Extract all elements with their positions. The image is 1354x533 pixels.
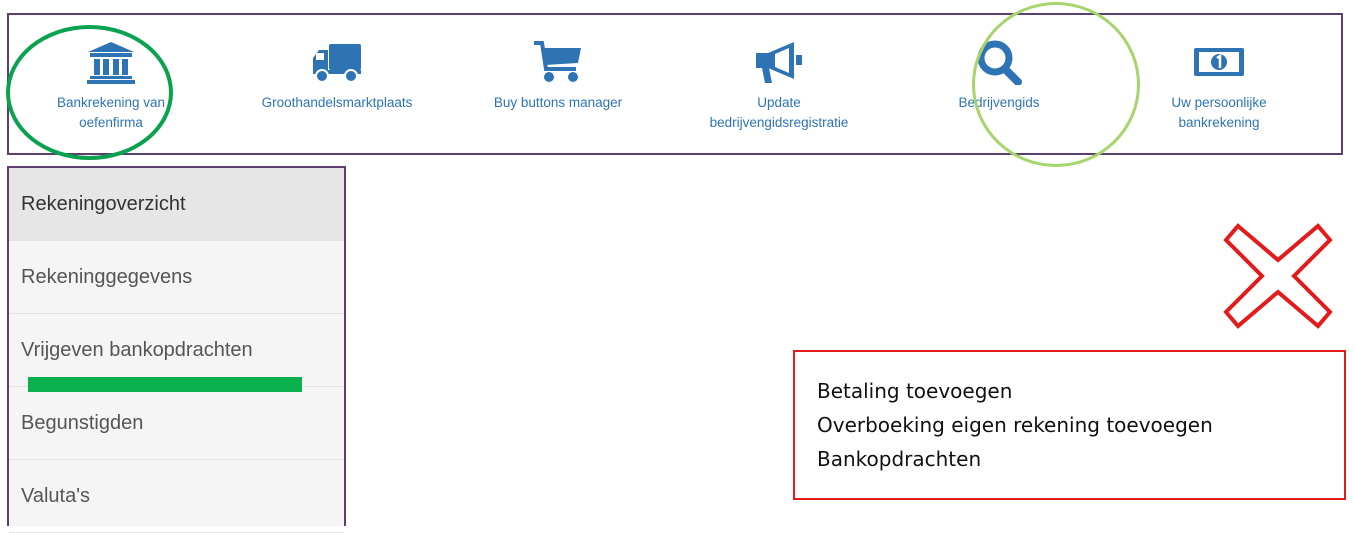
nav-label: Buy buttons manager — [493, 95, 623, 110]
nav-label: Bankrekening van oefenfirma — [56, 95, 166, 130]
nav-label: Update bedrijvengidsregistratie — [709, 95, 849, 130]
sidebar-menu: Rekeningoverzicht Rekeninggegevens Vrijg… — [7, 166, 346, 533]
annotation-line: Bankopdrachten — [817, 447, 982, 471]
annotation-line: Betaling toevoegen — [817, 379, 1013, 403]
nav-item-uw-persoonlijke-bankrekening[interactable]: Uw persoonlijke bankrekening — [1119, 15, 1319, 153]
cart-icon — [530, 37, 586, 87]
partial-top-caption — [190, 0, 840, 12]
nav-item-update-bedrijvengidsregistratie[interactable]: Update bedrijvengidsregistratie — [679, 15, 879, 153]
nav-item-buy-buttons-manager[interactable]: Buy buttons manager — [458, 15, 658, 153]
nav-item-bedrijvengids[interactable]: Bedrijvengids — [899, 15, 1099, 153]
green-underline-marker — [28, 377, 302, 392]
nav-item-groothandelsmarktplaats[interactable]: Groothandelsmarktplaats — [237, 15, 437, 153]
nav-label: Groothandelsmarktplaats — [261, 95, 413, 110]
nav-label: Uw persoonlijke bankrekening — [1171, 95, 1267, 130]
sidebar-item-rekeningoverzicht[interactable]: Rekeningoverzicht — [9, 168, 344, 241]
top-navigation-bar: Bankrekening van oefenfirma Groothandelsm… — [7, 13, 1343, 155]
annotation-line: Overboeking eigen rekening toevoegen — [817, 413, 1213, 437]
red-cross-icon — [1223, 223, 1333, 329]
banknote-icon — [1191, 37, 1247, 87]
sidebar-item-valutas[interactable]: Valuta's — [9, 460, 344, 533]
sidebar-item-begunstigden[interactable]: Begunstigden — [9, 387, 344, 460]
bank-icon — [83, 37, 139, 87]
nav-item-bankrekening-oefenfirma[interactable]: Bankrekening van oefenfirma — [11, 15, 211, 153]
megaphone-icon — [751, 37, 807, 87]
nav-label: Bedrijvengids — [958, 95, 1040, 110]
sidebar-item-rekeninggegevens[interactable]: Rekeninggegevens — [9, 241, 344, 314]
truck-icon — [309, 37, 365, 87]
search-icon — [971, 37, 1027, 87]
red-annotation-box: Betaling toevoegen Overboeking eigen rek… — [793, 350, 1346, 500]
